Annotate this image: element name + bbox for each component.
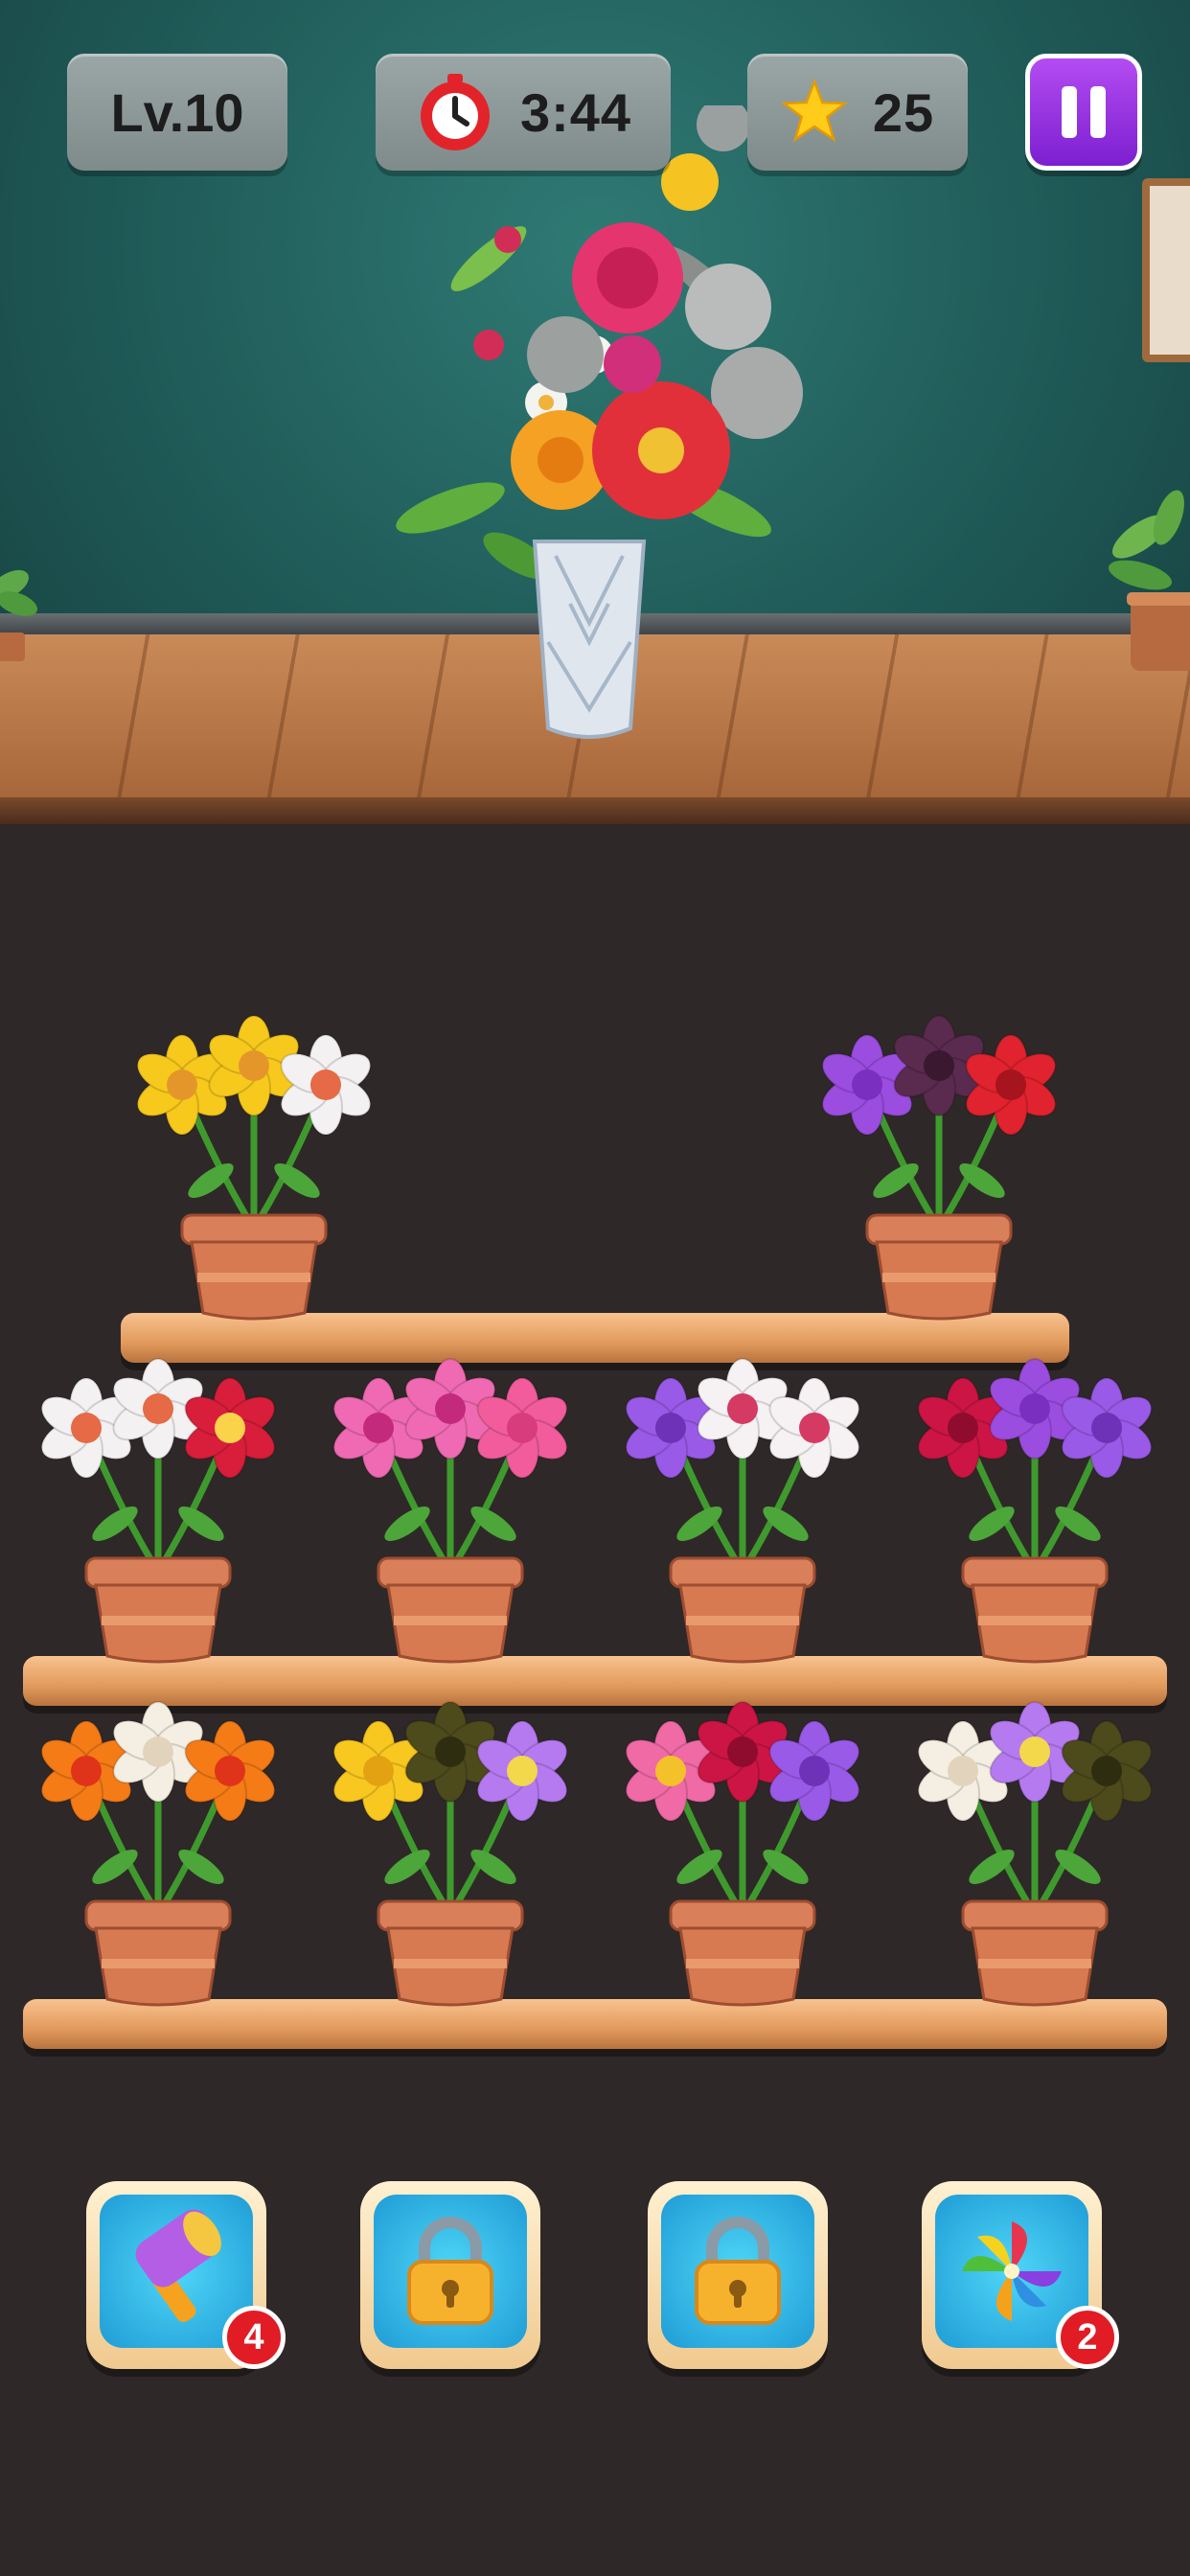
- flower-pot[interactable]: [800, 989, 1078, 1324]
- pot-highlight: [882, 1273, 995, 1282]
- flower-pot[interactable]: [896, 1675, 1174, 2011]
- potted-plant-left: [0, 569, 38, 661]
- hammer-booster-button[interactable]: 4: [86, 2181, 286, 2369]
- pot-highlight: [102, 1959, 215, 1968]
- floor-edge: [0, 797, 1190, 824]
- flower-pot[interactable]: [19, 1332, 297, 1668]
- vase: [532, 540, 647, 739]
- potted-plant-right: [1108, 490, 1190, 671]
- pinwheel-icon: [962, 2221, 1062, 2321]
- pot-highlight: [102, 1616, 215, 1625]
- flower-pot[interactable]: [19, 1675, 297, 2011]
- flower-pot-graphic: [40, 1358, 276, 1664]
- pause-button[interactable]: [1025, 54, 1142, 171]
- star-icon: [780, 79, 848, 143]
- flower-pot[interactable]: [604, 1332, 881, 1668]
- pot-rim: [865, 1213, 1013, 1246]
- lock-icon: [407, 2217, 493, 2325]
- flower-pot-graphic: [136, 1015, 372, 1321]
- pinwheel-count-badge: 2: [1056, 2306, 1119, 2369]
- pot-rim: [377, 1556, 524, 1589]
- stars-counter: 25: [747, 54, 968, 171]
- pot-highlight: [978, 1959, 1091, 1968]
- stopwatch-icon: [420, 74, 490, 150]
- lock-icon: [695, 2217, 781, 2325]
- timer-label: 3:44: [519, 81, 632, 143]
- locked-booster-face-1: [374, 2195, 527, 2348]
- flower-pot-graphic: [821, 1015, 1057, 1321]
- flower-pot-graphic: [917, 1701, 1153, 2007]
- pot-rim: [84, 1899, 232, 1932]
- pot-rim: [377, 1899, 524, 1932]
- locked-booster-button-1[interactable]: [360, 2181, 540, 2369]
- pot-rim: [180, 1213, 328, 1246]
- pot-highlight: [978, 1616, 1091, 1625]
- flower-pot-graphic: [40, 1701, 276, 2007]
- hammer-icon: [135, 2209, 221, 2322]
- flower-pot-graphic: [332, 1701, 568, 2007]
- pause-icon-bar-left: [1062, 86, 1077, 138]
- pot-rim: [669, 1556, 816, 1589]
- flower-pot[interactable]: [604, 1675, 881, 2011]
- flower-pot[interactable]: [896, 1332, 1174, 1668]
- level-label: Lv.10: [110, 81, 244, 143]
- flower-pot-graphic: [917, 1358, 1153, 1664]
- pot-rim: [961, 1899, 1109, 1932]
- pot-highlight: [394, 1616, 507, 1625]
- hammer-count-badge: 4: [222, 2306, 286, 2369]
- locked-booster-face-2: [661, 2195, 814, 2348]
- flower-pot-graphic: [625, 1358, 860, 1664]
- flower-pot[interactable]: [115, 989, 393, 1324]
- pot-highlight: [686, 1616, 799, 1625]
- timer-indicator: 3:44: [376, 54, 671, 171]
- locked-booster-button-2[interactable]: [648, 2181, 828, 2369]
- flower-pot[interactable]: [311, 1675, 589, 2011]
- pot-rim: [961, 1556, 1109, 1589]
- pot-highlight: [686, 1959, 799, 1968]
- pot-highlight: [394, 1959, 507, 1968]
- pause-icon-bar-right: [1090, 86, 1106, 138]
- flower-pot[interactable]: [311, 1332, 589, 1668]
- pot-highlight: [197, 1273, 310, 1282]
- pot-rim: [669, 1899, 816, 1932]
- pinwheel-booster-button[interactable]: 2: [922, 2181, 1119, 2369]
- flower-pot-graphic: [332, 1358, 568, 1664]
- stars-label: 25: [872, 81, 935, 143]
- flower-pot-graphic: [625, 1701, 860, 2007]
- wall-picture-frame: [1142, 178, 1190, 362]
- pot-rim: [84, 1556, 232, 1589]
- target-bouquet: [396, 105, 803, 739]
- level-indicator: Lv.10: [67, 54, 287, 171]
